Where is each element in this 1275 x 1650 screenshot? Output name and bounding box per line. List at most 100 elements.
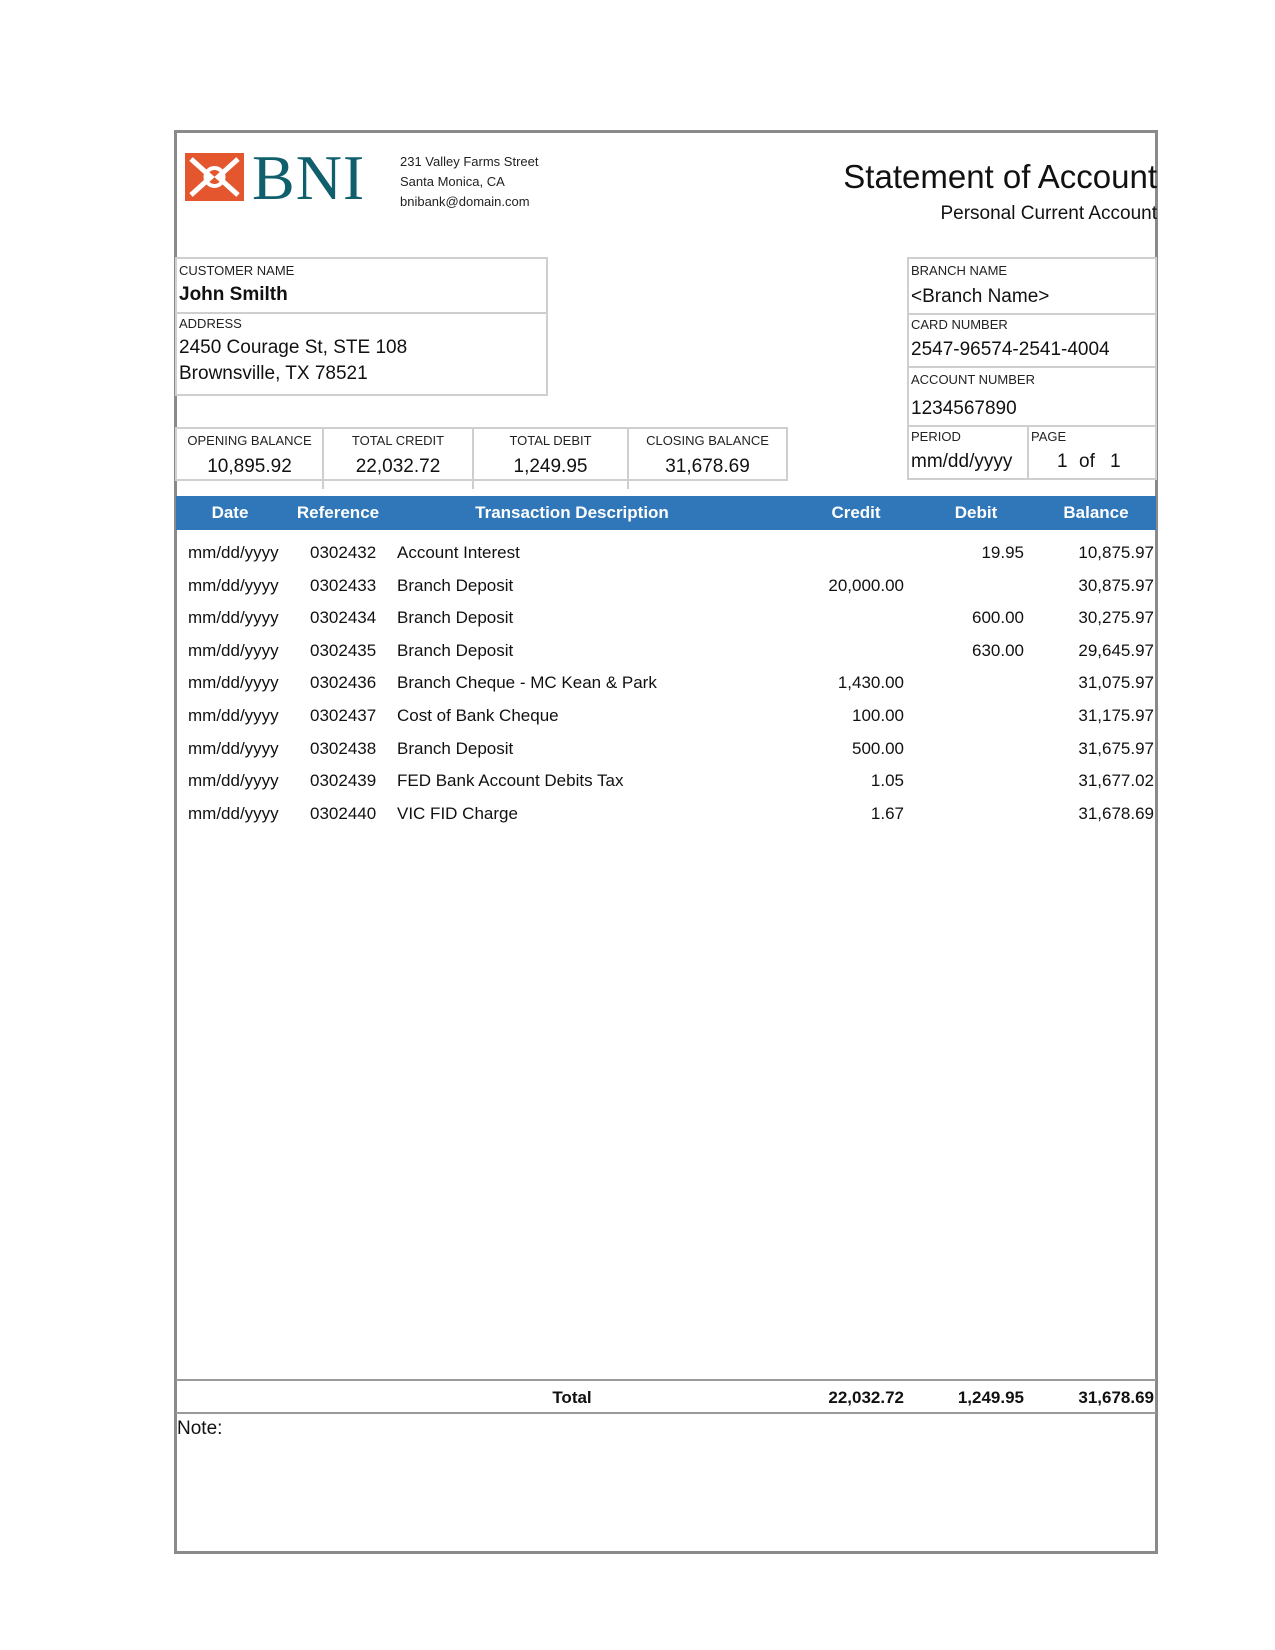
row-reference: 0302436 <box>310 673 377 693</box>
row-credit: 1.67 <box>870 803 904 823</box>
page-of: of <box>1079 451 1095 472</box>
note-label: Note: <box>177 1418 223 1439</box>
row-reference: 0302438 <box>310 738 377 758</box>
summary-value: 22,032.72 <box>355 456 441 477</box>
card-number: 2547-96574-2541-4004 <box>911 339 1110 360</box>
summary-value: 10,895.92 <box>207 456 292 477</box>
row-description: Branch Deposit <box>397 738 514 758</box>
statement-title: Statement of Account <box>843 158 1157 195</box>
summary-label: TOTAL CREDIT <box>351 433 445 448</box>
account-number-label: ACCOUNT NUMBER <box>911 372 1035 387</box>
total-debit: 1,249.95 <box>957 1388 1024 1407</box>
bank-address-line: 231 Valley Farms Street <box>400 154 539 169</box>
row-date: mm/dd/yyyy <box>188 608 279 628</box>
row-description: Branch Deposit <box>397 608 514 628</box>
bank-email: bnibank@domain.com <box>400 194 530 209</box>
row-date: mm/dd/yyyy <box>188 575 279 595</box>
address-line-1: 2450 Courage St, STE 108 <box>179 337 408 358</box>
period-value: mm/dd/yyyy <box>911 451 1013 472</box>
statement-subtitle: Personal Current Account <box>940 203 1157 224</box>
period-label: PERIOD <box>911 429 961 444</box>
summary-total-debit: TOTAL DEBIT 1,249.95 <box>474 431 627 485</box>
row-reference: 0302439 <box>310 771 377 791</box>
row-debit: 19.95 <box>981 543 1024 562</box>
row-debit: 630.00 <box>972 640 1024 660</box>
customer-info-box: CUSTOMER NAME John Smilth ADDRESS 2450 C… <box>175 257 548 396</box>
page-label: PAGE <box>1031 429 1067 444</box>
summary-value: 1,249.95 <box>513 456 588 477</box>
row-reference: 0302434 <box>310 608 377 628</box>
table-row: mm/dd/yyyy 0302432 Account Interest 19.95 10… <box>176 536 1156 569</box>
row-description: Account Interest <box>397 543 520 562</box>
account-number: 1234567890 <box>911 398 1017 419</box>
table-row: mm/dd/yyyy 0302438 Branch Deposit 500.00 31,… <box>176 732 1156 765</box>
bank-address-line: Santa Monica, CA <box>400 174 505 189</box>
row-balance: 30,275.97 <box>1078 608 1154 628</box>
row-balance: 31,678.69 <box>1078 803 1154 823</box>
page-total: 1 <box>1110 451 1121 472</box>
table-row: mm/dd/yyyy 0302433 Branch Deposit 20,000.00… <box>176 569 1156 602</box>
row-reference: 0302433 <box>310 575 377 595</box>
summary-label: TOTAL DEBIT <box>509 433 592 448</box>
table-row: mm/dd/yyyy 0302437 Cost of Bank Cheque 100.… <box>176 699 1156 732</box>
bank-logo-text: BNI <box>252 142 366 213</box>
column-header-date: Date <box>211 503 249 522</box>
row-date: mm/dd/yyyy <box>188 640 279 660</box>
row-balance: 30,875.97 <box>1078 575 1154 595</box>
table-row: mm/dd/yyyy 0302439 FED Bank Account Debits… <box>176 764 1156 797</box>
column-header-balance: Balance <box>1063 503 1129 522</box>
bni-logo-mark-icon <box>185 153 244 201</box>
row-reference: 0302432 <box>310 543 377 562</box>
row-description: Branch Cheque - MC Kean & Park <box>397 673 657 693</box>
row-date: mm/dd/yyyy <box>188 543 279 562</box>
address-label: ADDRESS <box>179 316 242 331</box>
row-description: VIC FID Charge <box>397 803 518 823</box>
row-balance: 29,645.97 <box>1078 640 1154 660</box>
address-line-2: Brownsville, TX 78521 <box>179 363 368 384</box>
row-description: Cost of Bank Cheque <box>397 706 559 725</box>
summary-label: CLOSING BALANCE <box>646 433 769 448</box>
page-current: 1 <box>1057 451 1068 472</box>
row-date: mm/dd/yyyy <box>188 803 279 823</box>
row-description: Branch Deposit <box>397 575 514 595</box>
row-date: mm/dd/yyyy <box>188 673 279 693</box>
total-credit: 22,032.72 <box>828 1388 904 1407</box>
total-row: Total 22,032.72 1,249.95 31,678.69 <box>176 1381 1156 1414</box>
row-reference: 0302437 <box>310 706 377 725</box>
column-header-debit: Debit <box>954 503 998 522</box>
branch-name: <Branch Name> <box>911 286 1050 307</box>
column-header-reference: Reference <box>296 503 380 522</box>
row-debit: 600.00 <box>972 608 1024 628</box>
row-credit: 1,430.00 <box>837 673 904 693</box>
row-reference: 0302435 <box>310 640 377 660</box>
branch-name-label: BRANCH NAME <box>911 263 1008 278</box>
row-balance: 31,677.02 <box>1078 771 1154 791</box>
row-balance: 10,875.97 <box>1078 543 1154 562</box>
table-row: mm/dd/yyyy 0302436 Branch Cheque - MC Kean… <box>176 666 1156 699</box>
total-label: Total <box>552 1388 592 1407</box>
row-balance: 31,675.97 <box>1078 738 1154 758</box>
customer-name: John Smilth <box>179 284 288 305</box>
card-number-label: CARD NUMBER <box>911 317 1008 332</box>
summary-value: 31,678.69 <box>665 456 750 477</box>
row-date: mm/dd/yyyy <box>188 738 279 758</box>
column-header-description: Transaction Description <box>475 503 669 522</box>
table-row: mm/dd/yyyy 0302435 Branch Deposit 630.00 29,… <box>176 634 1156 667</box>
row-description: Branch Deposit <box>397 640 514 660</box>
table-row: mm/dd/yyyy 0302440 VIC FID Charge 1.67 31,67… <box>176 797 1156 830</box>
row-credit: 100.00 <box>852 706 904 725</box>
row-credit: 20,000.00 <box>828 575 904 595</box>
bank-address: 231 Valley Farms Street Santa Monica, CA… <box>400 152 538 212</box>
row-reference: 0302440 <box>310 803 377 823</box>
summary-opening-balance: OPENING BALANCE 10,895.92 <box>177 431 322 485</box>
row-date: mm/dd/yyyy <box>188 771 279 791</box>
row-date: mm/dd/yyyy <box>188 706 279 725</box>
summary-closing-balance: CLOSING BALANCE 31,678.69 <box>629 431 786 485</box>
row-credit: 500.00 <box>852 738 904 758</box>
table-row: mm/dd/yyyy 0302434 Branch Deposit 600.00 30,… <box>176 601 1156 634</box>
row-balance: 31,075.97 <box>1078 673 1154 693</box>
summary-label: OPENING BALANCE <box>187 433 312 448</box>
transactions-header: Date Reference Transaction Description C… <box>176 496 1156 530</box>
row-description: FED Bank Account Debits Tax <box>397 771 624 791</box>
branch-info-box: BRANCH NAME <Branch Name> CARD NUMBER 25… <box>907 257 1157 480</box>
